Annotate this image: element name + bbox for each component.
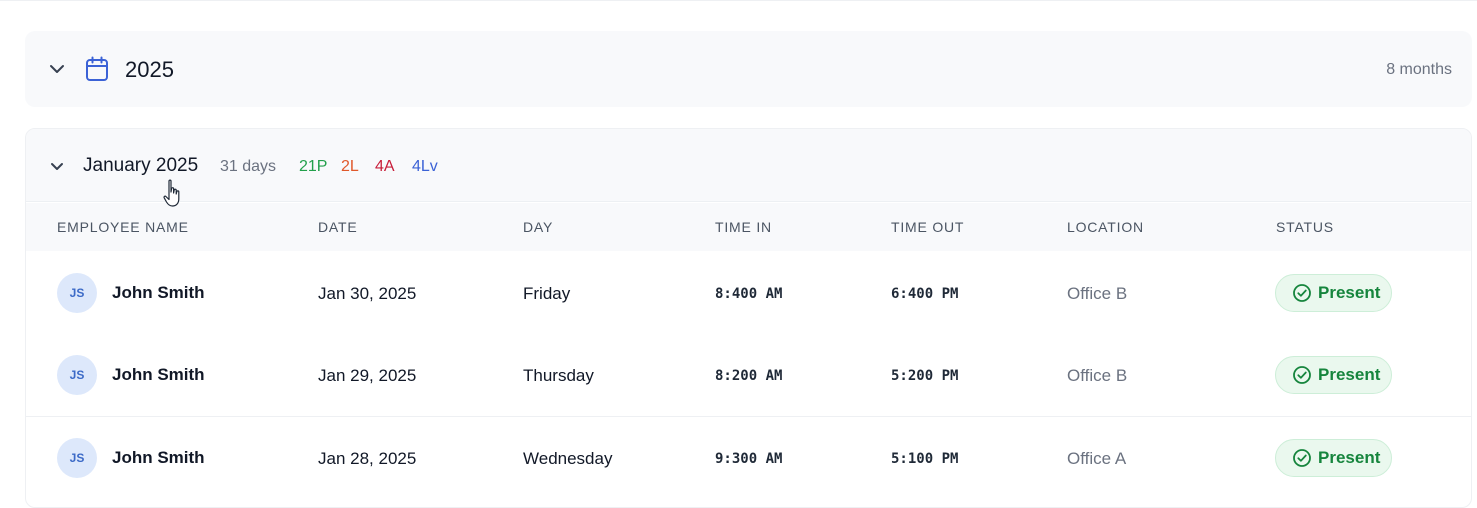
employee-name: John Smith [112,283,205,302]
location-cell: Office B [1067,366,1128,385]
check-circle-icon [1293,449,1311,467]
time-in-cell: 8:400 AM [715,286,783,302]
table-row[interactable]: JS John Smith Jan 30, 2025 Friday 8:400 … [26,252,1471,334]
avatar: JS [57,355,97,395]
time-in-cell: 8:200 AM [715,368,783,384]
location-cell: Office B [1067,284,1128,303]
table-row[interactable]: JS John Smith Jan 29, 2025 Thursday 8:20… [26,334,1471,416]
day-cell: Thursday [523,366,594,385]
day-count: 31 days [220,158,277,175]
employee-name: John Smith [112,365,205,384]
top-divider [0,0,1477,1]
status-label: Present [1318,448,1381,467]
status-label: Present [1318,283,1381,302]
table-row[interactable]: JS John Smith Jan 28, 2025 Wednesday 9:3… [26,417,1471,499]
calendar-icon [86,56,108,81]
date-cell: Jan 30, 2025 [318,284,417,303]
status-badge: Present [1275,274,1392,312]
status-badge: Present [1275,356,1392,394]
date-cell: Jan 28, 2025 [318,449,417,468]
hand-cursor-icon [163,179,180,207]
present-count: 21P [299,158,328,175]
day-cell: Friday [523,284,571,303]
avatar: JS [57,273,97,313]
chevron-down-icon[interactable] [48,62,66,76]
column-header-location[interactable]: LOCATION [1067,219,1144,235]
column-header-time-out[interactable]: TIME OUT [891,219,964,235]
month-section-header[interactable]: January 2025 31 days 21P 2L 4A 4Lv [26,129,1471,202]
column-header-time-in[interactable]: TIME IN [715,219,772,235]
location-cell: Office A [1067,449,1127,468]
day-cell: Wednesday [523,449,613,468]
avatar: JS [57,438,97,478]
column-header-status[interactable]: STATUS [1276,219,1334,235]
check-circle-icon [1293,366,1311,384]
time-out-cell: 6:400 PM [891,286,959,302]
month-count: 8 months [1386,61,1452,78]
time-in-cell: 9:300 AM [715,451,783,467]
check-circle-icon [1293,284,1311,302]
leave-count: 4Lv [412,158,438,175]
time-out-cell: 5:100 PM [891,451,959,467]
status-label: Present [1318,365,1381,384]
chevron-down-icon[interactable] [49,161,65,173]
year-section-header[interactable] [25,31,1472,107]
time-out-cell: 5:200 PM [891,368,959,384]
column-header-employee-name[interactable]: EMPLOYEE NAME [57,219,189,235]
late-count: 2L [341,158,359,175]
column-header-day[interactable]: DAY [523,219,553,235]
month-section: January 2025 31 days 21P 2L 4A 4Lv EMPLO… [25,128,1472,508]
column-header-date[interactable]: DATE [318,219,358,235]
absent-count: 4A [375,158,395,175]
year-title: 2025 [125,57,174,82]
date-cell: Jan 29, 2025 [318,366,417,385]
employee-name: John Smith [112,448,205,467]
status-badge: Present [1275,439,1392,477]
month-title: January 2025 [83,155,199,176]
